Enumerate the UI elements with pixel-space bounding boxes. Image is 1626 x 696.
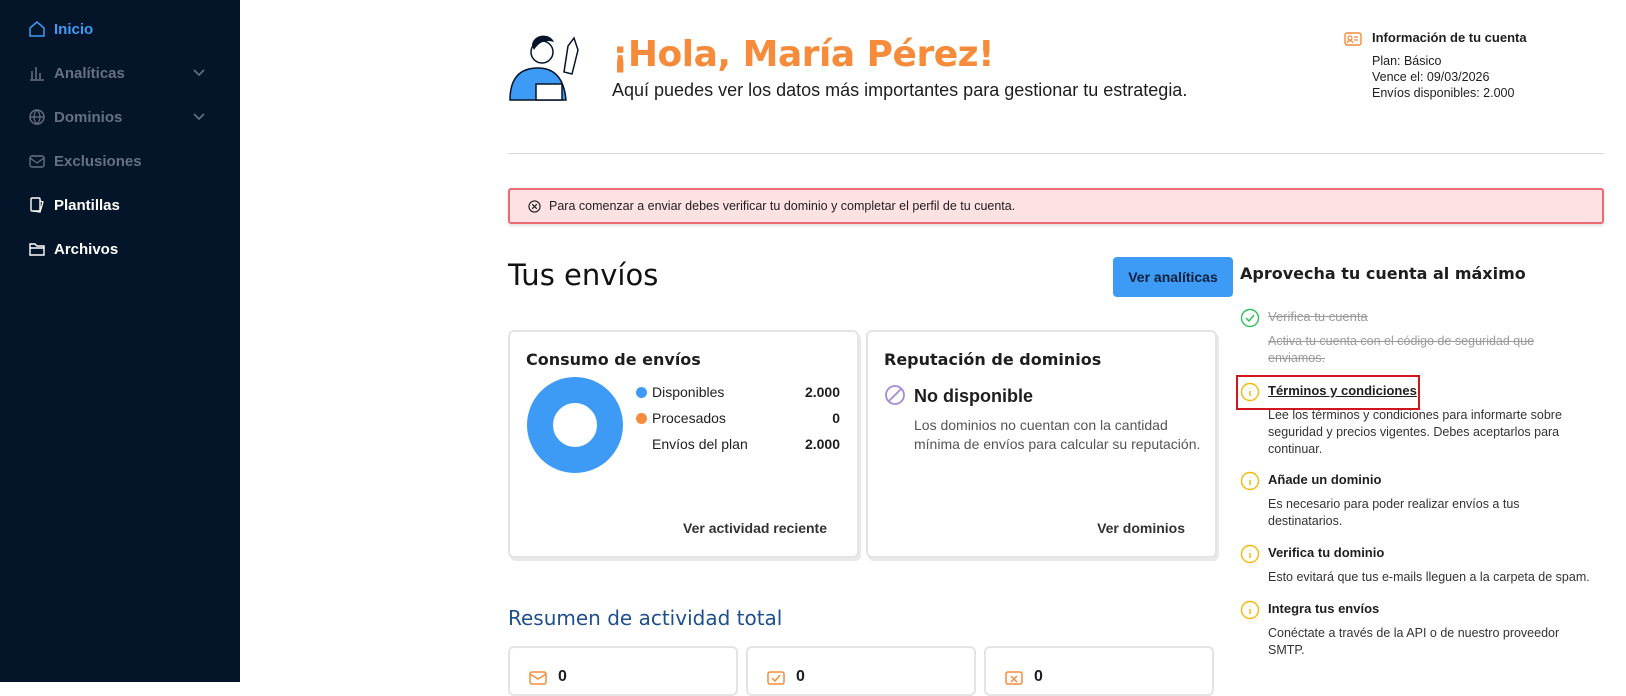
account-expiry: Vence el: 09/03/2026 <box>1372 70 1490 84</box>
sidebar-item-label: Dominios <box>54 108 123 126</box>
summary-card: 0 <box>984 646 1214 696</box>
summary-value: 0 <box>796 668 805 685</box>
consumption-card: Consumo de envíos Disponibles 2.000 Proc… <box>508 330 859 558</box>
step-title[interactable]: Verifica tu dominio <box>1268 545 1384 560</box>
step-description: Esto evitará que tus e-mails lleguen a l… <box>1268 570 1590 584</box>
mail-sent-icon <box>529 671 547 685</box>
legend-value: 2.000 <box>804 436 840 452</box>
main-content: ¡Hola, María Pérez! Aquí puedes ver los … <box>240 0 1626 696</box>
legend-value: 0 <box>832 410 840 426</box>
sidebar-item-label: Exclusiones <box>54 152 142 170</box>
info-circle-icon <box>1240 382 1260 402</box>
step-title: Verifica tu cuenta <box>1268 309 1368 324</box>
sidebar-item-analiticas[interactable]: Analíticas <box>28 61 125 85</box>
tips-title: Aprovecha tu cuenta al máximo <box>1240 264 1526 283</box>
step-title[interactable]: Integra tus envíos <box>1268 601 1379 616</box>
id-card-icon <box>1344 32 1362 46</box>
summary-card: 0 <box>508 646 738 696</box>
account-plan: Plan: Básico <box>1372 54 1442 68</box>
page-subtitle: Aquí puedes ver los datos más importante… <box>612 80 1188 100</box>
folder-icon <box>29 243 45 256</box>
reputation-description: Los dominios no cuentan con la cantidad … <box>914 417 1201 452</box>
sidebar-item-archivos[interactable]: Archivos <box>28 237 118 261</box>
legend-dot <box>636 386 647 398</box>
home-icon <box>29 21 45 37</box>
reputation-status: No disponible <box>914 386 1033 406</box>
globe-icon <box>29 109 45 125</box>
legend-label: Disponibles <box>652 384 725 400</box>
legend-dot <box>636 412 647 424</box>
summary-value: 0 <box>1034 668 1043 685</box>
alert-text: Para comenzar a enviar debes verificar t… <box>549 199 1016 213</box>
step-title[interactable]: Añade un dominio <box>1268 472 1381 487</box>
consumption-donut-chart <box>527 377 623 473</box>
step-description: Es necesario para poder realizar envíos … <box>1268 497 1520 528</box>
view-recent-activity-link[interactable]: Ver actividad reciente <box>683 520 827 536</box>
sidebar-item-plantillas[interactable]: Plantillas <box>28 193 120 217</box>
sends-section-title: Tus envíos <box>508 258 659 292</box>
summary-card: 0 <box>746 646 976 696</box>
sidebar-item-dominios[interactable]: Dominios <box>28 105 122 129</box>
legend-label: Envíos del plan <box>652 436 748 452</box>
step-description: Lee los términos y condiciones para info… <box>1268 408 1562 456</box>
sidebar-item-label: Archivos <box>54 240 119 258</box>
legend-row-procesados: Procesados 0 <box>636 410 840 426</box>
page-title: ¡Hola, María Pérez! <box>612 34 995 75</box>
header-divider <box>508 153 1604 154</box>
chevron-down-icon[interactable] <box>192 110 206 124</box>
step-description: Activa tu cuenta con el código de seguri… <box>1268 334 1535 365</box>
legend-row-plan: Envíos del plan 2.000 <box>636 436 840 452</box>
sidebar-item-label: Analíticas <box>54 64 125 82</box>
error-circle-icon <box>528 199 541 213</box>
legend-value: 2.000 <box>804 384 840 400</box>
check-circle-icon <box>1240 308 1260 328</box>
templates-icon <box>30 197 44 213</box>
view-analytics-button[interactable]: Ver analíticas <box>1113 257 1233 297</box>
terms-link[interactable]: Términos y condiciones <box>1268 383 1417 398</box>
reputation-card: Reputación de dominios No disponible Los… <box>866 330 1217 558</box>
info-circle-icon <box>1240 471 1260 491</box>
chevron-down-icon[interactable] <box>192 66 206 80</box>
summary-title: Resumen de actividad total <box>508 606 783 630</box>
legend-row-disponibles: Disponibles 2.000 <box>636 384 840 400</box>
mail-check-icon <box>767 671 785 685</box>
summary-value: 0 <box>558 668 567 685</box>
card-title: Reputación de dominios <box>884 350 1102 369</box>
sidebar-item-label: Inicio <box>54 20 94 38</box>
person-waving-illustration <box>509 35 579 101</box>
info-circle-icon <box>1240 544 1260 564</box>
bar-chart-icon <box>30 67 44 81</box>
sidebar-item-label: Plantillas <box>54 196 120 214</box>
not-available-icon <box>885 385 905 405</box>
verification-alert: Para comenzar a enviar debes verificar t… <box>508 188 1604 224</box>
account-sends-available: Envíos disponibles: 2.000 <box>1372 86 1515 100</box>
card-title: Consumo de envíos <box>526 350 701 369</box>
mail-block-icon <box>29 155 45 168</box>
sidebar-item-inicio[interactable]: Inicio <box>28 17 93 41</box>
sidebar: Inicio Analíticas Dominios Exclusiones P… <box>0 0 240 682</box>
legend-label: Procesados <box>652 410 726 426</box>
account-info-title: Información de tu cuenta <box>1372 30 1527 45</box>
view-domains-link[interactable]: Ver dominios <box>1097 520 1185 536</box>
sidebar-item-exclusiones[interactable]: Exclusiones <box>28 149 142 173</box>
info-circle-icon <box>1240 600 1260 620</box>
step-description: Conéctate a través de la API o de nuestr… <box>1268 626 1560 657</box>
mail-error-icon <box>1005 671 1023 685</box>
